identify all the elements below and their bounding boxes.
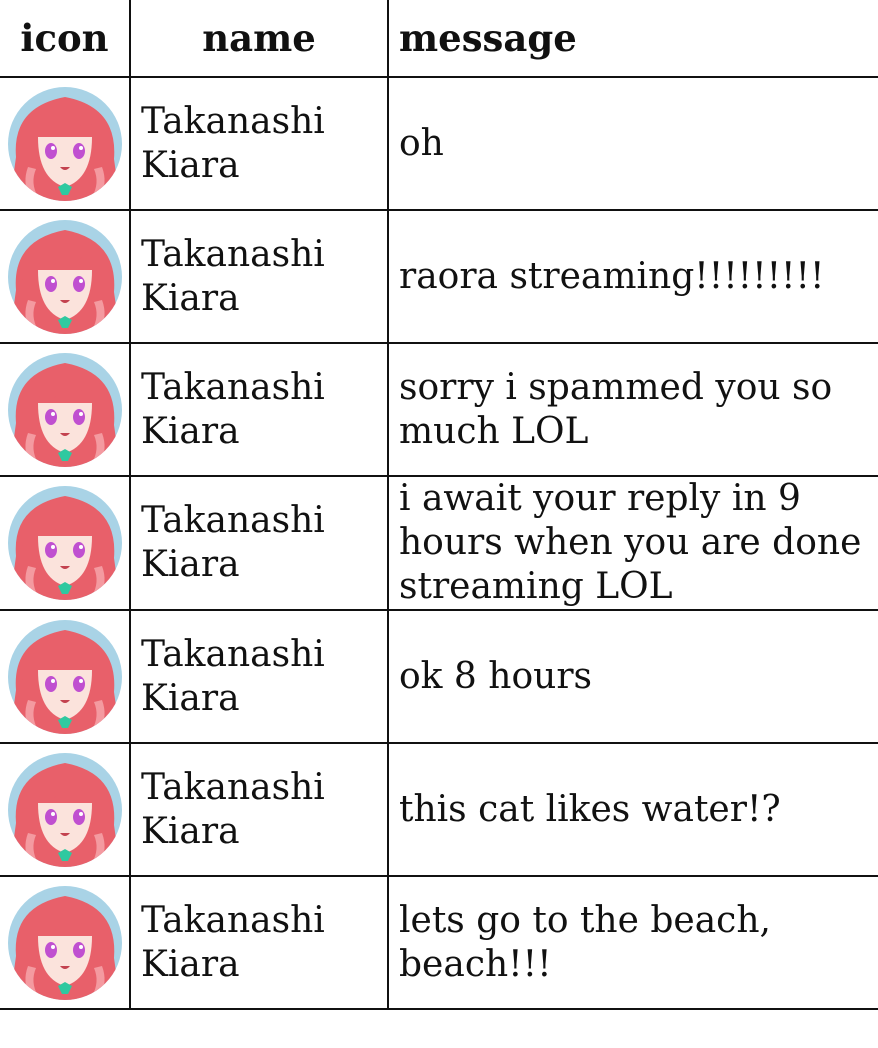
sender-last-name: Kiara bbox=[141, 943, 240, 985]
message-cell: raora streaming!!!!!!!!! bbox=[387, 209, 878, 344]
message-cell: oh bbox=[387, 76, 878, 211]
anime-avatar-icon bbox=[7, 885, 122, 1000]
table-row: Takanashi Kiara this cat likes water!? bbox=[0, 742, 878, 877]
anime-avatar-icon bbox=[7, 752, 122, 867]
sender-first-name: Takanashi bbox=[141, 500, 325, 541]
name-cell: Takanashi Kiara bbox=[129, 742, 389, 877]
anime-avatar-icon bbox=[7, 86, 122, 201]
name-cell: Takanashi Kiara bbox=[129, 475, 389, 611]
sender-last-name: Kiara bbox=[141, 144, 240, 186]
table-row: Takanashi Kiara ok 8 hours bbox=[0, 609, 878, 744]
sender-first-name: Takanashi bbox=[141, 100, 325, 142]
message-table: icon name message Takanashi Kiara oh Tak… bbox=[0, 0, 878, 1010]
table-row: Takanashi Kiara sorry i spammed you so m… bbox=[0, 342, 878, 477]
table-row: Takanashi Kiara i await your reply in 9 … bbox=[0, 475, 878, 611]
icon-cell bbox=[0, 342, 131, 477]
sender-first-name: Takanashi bbox=[141, 899, 325, 941]
sender-last-name: Kiara bbox=[141, 810, 240, 852]
anime-avatar-icon bbox=[7, 219, 122, 334]
header-row: icon name message bbox=[0, 0, 878, 78]
message-cell: lets go to the beach, beach!!! bbox=[387, 875, 878, 1010]
name-cell: Takanashi Kiara bbox=[129, 875, 389, 1010]
sender-last-name: Kiara bbox=[141, 544, 240, 585]
icon-cell bbox=[0, 609, 131, 744]
header-icon: icon bbox=[0, 0, 131, 78]
sender-first-name: Takanashi bbox=[141, 766, 325, 808]
anime-avatar-icon bbox=[7, 619, 122, 734]
message-cell: i await your reply in 9 hours when you a… bbox=[387, 475, 878, 611]
table-row: Takanashi Kiara oh bbox=[0, 76, 878, 211]
icon-cell bbox=[0, 209, 131, 344]
name-cell: Takanashi Kiara bbox=[129, 209, 389, 344]
sender-first-name: Takanashi bbox=[141, 233, 325, 275]
sender-last-name: Kiara bbox=[141, 677, 240, 719]
table-row: Takanashi Kiara raora streaming!!!!!!!!! bbox=[0, 209, 878, 344]
name-cell: Takanashi Kiara bbox=[129, 342, 389, 477]
sender-last-name: Kiara bbox=[141, 410, 240, 452]
icon-cell bbox=[0, 742, 131, 877]
header-name: name bbox=[129, 0, 389, 78]
message-cell: this cat likes water!? bbox=[387, 742, 878, 877]
sender-last-name: Kiara bbox=[141, 277, 240, 319]
anime-avatar-icon bbox=[7, 352, 122, 467]
header-message: message bbox=[387, 0, 878, 78]
message-cell: sorry i spammed you so much LOL bbox=[387, 342, 878, 477]
icon-cell bbox=[0, 475, 131, 611]
icon-cell bbox=[0, 76, 131, 211]
message-cell: ok 8 hours bbox=[387, 609, 878, 744]
icon-cell bbox=[0, 875, 131, 1010]
name-cell: Takanashi Kiara bbox=[129, 609, 389, 744]
name-cell: Takanashi Kiara bbox=[129, 76, 389, 211]
sender-first-name: Takanashi bbox=[141, 633, 325, 675]
sender-first-name: Takanashi bbox=[141, 366, 325, 408]
anime-avatar-icon bbox=[7, 486, 122, 600]
table-row: Takanashi Kiara lets go to the beach, be… bbox=[0, 875, 878, 1010]
